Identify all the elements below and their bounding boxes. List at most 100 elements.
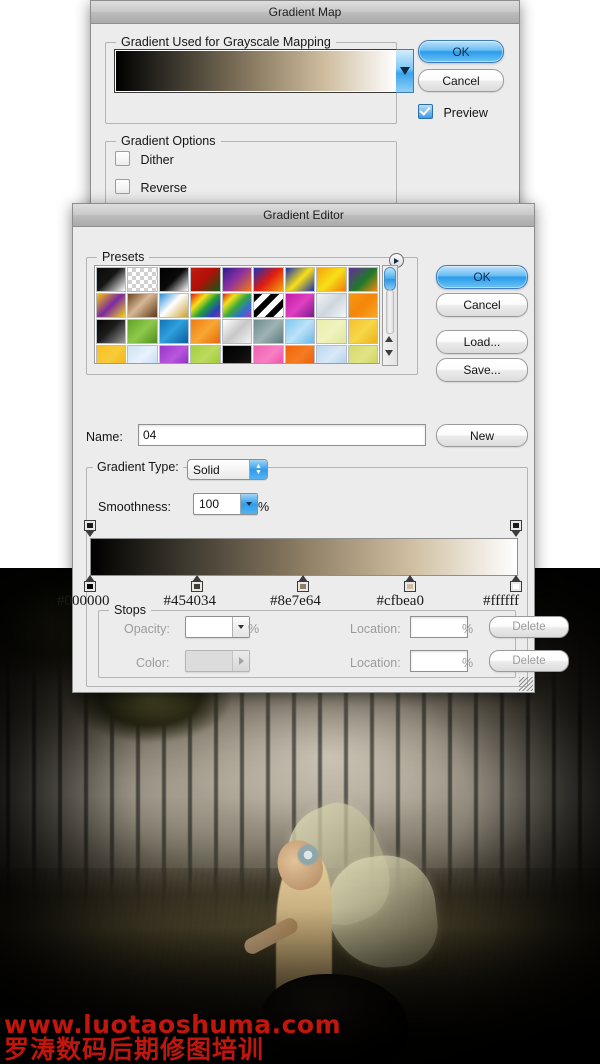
preset-swatch[interactable] (347, 319, 378, 344)
preset-swatch[interactable] (158, 293, 190, 318)
preset-swatch[interactable] (96, 267, 127, 292)
preset-swatch[interactable] (190, 345, 221, 363)
gradient-editor-title: Gradient Editor (263, 208, 344, 222)
preset-swatch[interactable] (316, 293, 347, 318)
preset-swatch[interactable] (316, 345, 347, 363)
gradient-options-legend: Gradient Options (116, 134, 221, 148)
preset-swatch[interactable] (253, 319, 284, 344)
preset-swatch[interactable] (284, 319, 316, 344)
grayscale-mapping-legend: Gradient Used for Grayscale Mapping (116, 35, 336, 49)
opacity-location-input[interactable] (410, 616, 468, 638)
preset-swatch[interactable] (221, 267, 253, 292)
gradient-map-ok-button[interactable]: OK (418, 40, 504, 63)
preset-swatch[interactable] (158, 345, 190, 363)
preset-swatch[interactable] (158, 267, 190, 292)
smoothness-combo[interactable]: 100 (193, 493, 258, 515)
preset-swatch[interactable] (253, 345, 284, 363)
preset-swatch[interactable] (347, 293, 378, 318)
resize-grip[interactable] (519, 677, 533, 691)
color-location-input[interactable] (410, 650, 468, 672)
name-input-value: 04 (143, 428, 157, 442)
presets-scrollbar[interactable] (382, 265, 398, 366)
color-delete-label: Delete (512, 655, 546, 667)
watermark-chinese: 罗涛数码后期修图培训 (4, 1035, 265, 1064)
preset-swatch[interactable] (221, 293, 253, 318)
chevron-right-icon[interactable] (232, 651, 249, 671)
color-stop[interactable] (510, 575, 522, 592)
presets-grid[interactable] (94, 265, 380, 364)
preset-swatch[interactable] (221, 345, 253, 363)
preset-swatch[interactable] (284, 267, 316, 292)
gradient-map-cancel-label: Cancel (442, 73, 480, 88)
preset-swatch[interactable] (190, 293, 221, 318)
color-stop[interactable] (84, 575, 96, 592)
preview-checkbox[interactable] (418, 104, 433, 119)
preset-swatch[interactable] (347, 345, 378, 363)
preset-swatch[interactable] (190, 319, 221, 344)
color-stop-hex-label: #cfbea0 (376, 593, 424, 609)
preset-swatch[interactable] (96, 293, 127, 318)
opacity-stop[interactable] (84, 520, 96, 537)
preset-swatch[interactable] (190, 267, 221, 292)
color-stop[interactable] (403, 575, 416, 592)
gradient-map-title: Gradient Map (268, 5, 342, 19)
opacity-delete-button[interactable]: Delete (489, 616, 569, 638)
gradient-editor-cancel-button[interactable]: Cancel (436, 293, 528, 317)
preset-swatch[interactable] (253, 293, 284, 318)
gradient-ramp[interactable] (90, 538, 518, 576)
opacity-input[interactable] (185, 616, 250, 638)
gradient-ramp-fill (91, 539, 517, 575)
color-stop[interactable] (190, 575, 203, 592)
gradient-type-select[interactable]: Solid ▲ ▼ (187, 459, 268, 480)
gradient-editor-cancel-label: Cancel (463, 298, 501, 312)
opacity-stop[interactable] (510, 520, 522, 537)
color-location-unit: % (462, 656, 474, 670)
reverse-row[interactable]: Reverse (115, 179, 187, 197)
preset-swatch[interactable] (316, 319, 347, 344)
preset-swatch[interactable] (284, 345, 316, 363)
preset-swatch[interactable] (221, 319, 253, 344)
load-button[interactable]: Load... (436, 330, 528, 354)
smoothness-label: Smoothness: (98, 500, 171, 514)
preset-swatch[interactable] (158, 319, 190, 344)
new-button[interactable]: New (436, 424, 528, 447)
chevron-down-icon (399, 67, 410, 75)
preset-swatch[interactable] (253, 267, 284, 292)
preset-swatch[interactable] (347, 267, 378, 292)
chevron-down-icon[interactable] (240, 494, 257, 514)
gradient-map-picker-button[interactable] (396, 49, 414, 93)
scrollbar-track[interactable] (386, 290, 394, 334)
scrollbar-thumb[interactable] (384, 267, 396, 291)
preset-swatch[interactable] (127, 345, 158, 363)
preview-label: Preview (443, 106, 488, 120)
preset-swatch[interactable] (96, 319, 127, 344)
color-swatch-input[interactable] (185, 650, 250, 672)
preset-swatch[interactable] (127, 267, 158, 292)
dither-row[interactable]: Dither (115, 151, 174, 169)
gradient-map-ok-label: OK (452, 44, 470, 59)
scroll-up-icon[interactable] (385, 336, 393, 342)
smoothness-unit: % (258, 500, 270, 514)
preview-row[interactable]: Preview (418, 104, 488, 122)
reverse-label: Reverse (140, 181, 187, 195)
reverse-checkbox[interactable] (115, 179, 130, 194)
gradient-map-cancel-button[interactable]: Cancel (418, 69, 504, 92)
save-button[interactable]: Save... (436, 358, 528, 382)
preset-swatch[interactable] (127, 293, 158, 318)
gradient-map-titlebar[interactable]: Gradient Map (91, 1, 519, 24)
color-delete-button[interactable]: Delete (489, 650, 569, 672)
dither-checkbox[interactable] (115, 151, 130, 166)
stepper-icon[interactable]: ▲ ▼ (249, 460, 267, 479)
color-stop[interactable] (297, 575, 309, 592)
scroll-down-icon[interactable] (385, 350, 393, 356)
preset-swatch[interactable] (284, 293, 316, 318)
gradient-editor-ok-button[interactable]: OK (436, 265, 528, 289)
gradient-map-ramp[interactable] (114, 49, 398, 93)
watermark: www.luotaoshuma.com 罗涛数码后期修图培训 (4, 1012, 341, 1062)
preset-swatch[interactable] (127, 319, 158, 344)
gradient-editor-titlebar[interactable]: Gradient Editor (73, 204, 534, 227)
chevron-down-icon[interactable] (232, 617, 249, 637)
name-input[interactable]: 04 (138, 424, 426, 446)
preset-swatch[interactable] (96, 345, 127, 363)
preset-swatch[interactable] (316, 267, 347, 292)
